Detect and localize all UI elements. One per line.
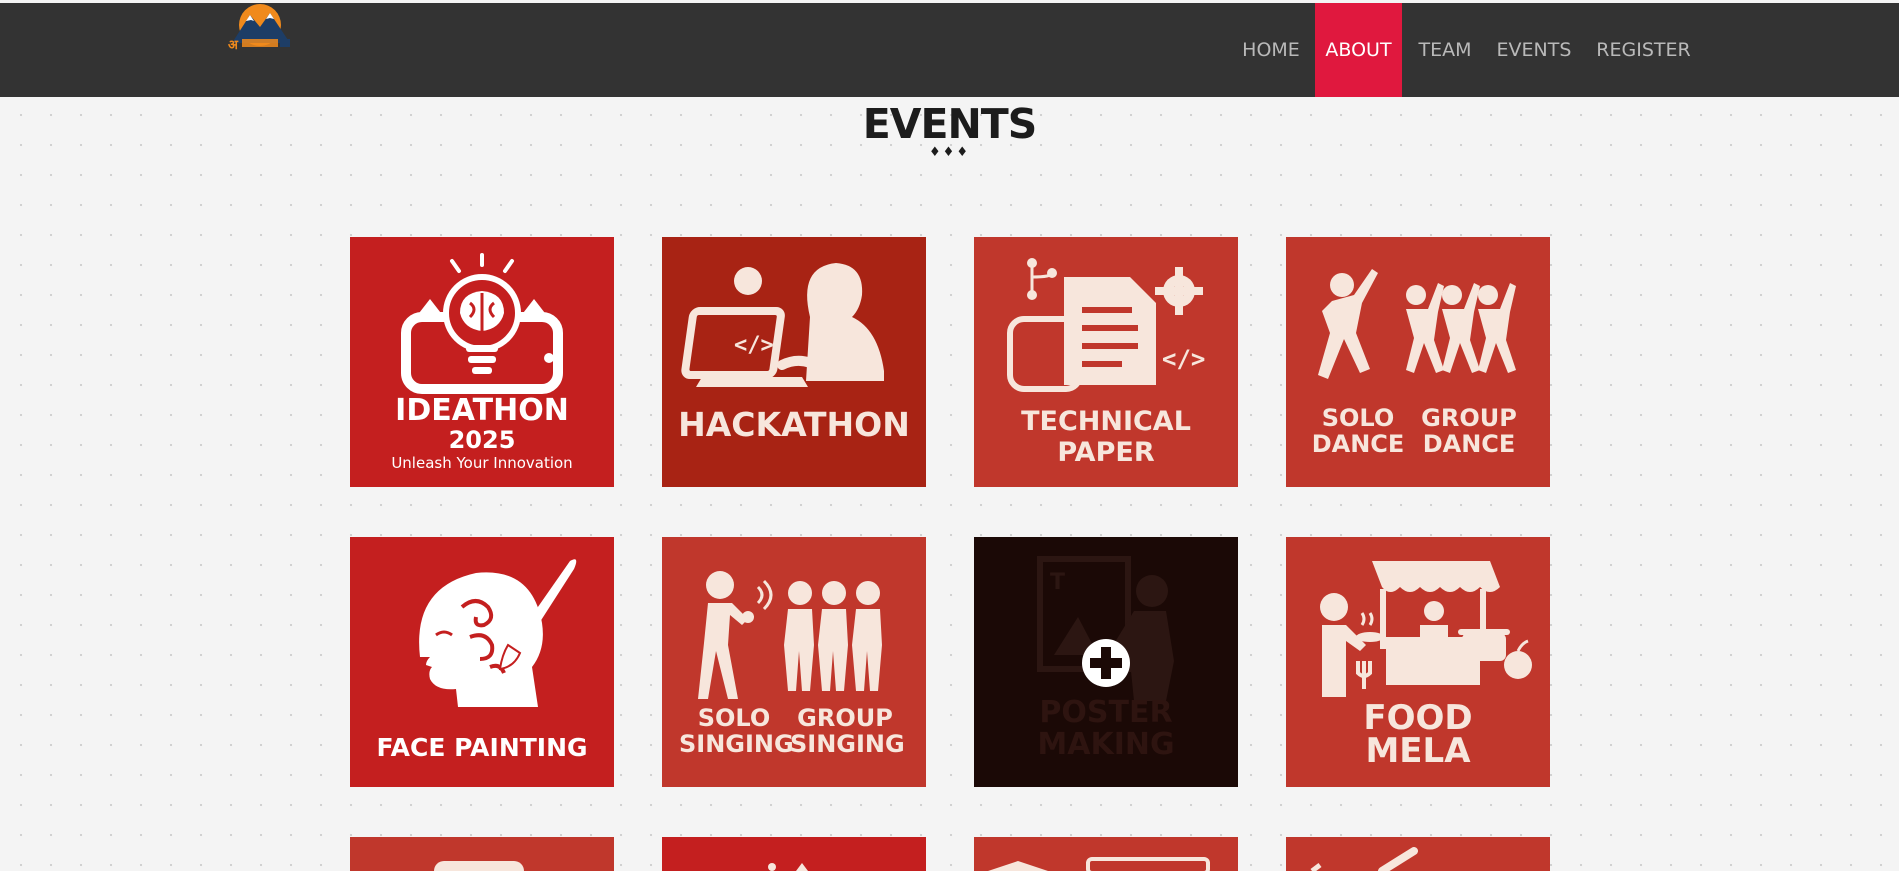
navbar: अ HOME ABOUT TEAM EVENTS REGISTER <box>0 3 1899 97</box>
event-card-partial[interactable] <box>662 837 926 871</box>
event-card-ideathon[interactable]: IDEATHON 2025 Unleash Your Innovation <box>350 237 614 487</box>
card-tagline: Unleash Your Innovation <box>391 454 573 472</box>
partial-card-icon <box>988 857 1210 871</box>
card-title: HACKATHON <box>678 405 910 444</box>
nav-about[interactable]: ABOUT <box>1315 3 1402 97</box>
title-decoration: ♦♦♦ <box>929 145 970 160</box>
event-card-partial[interactable] <box>974 837 1238 871</box>
card-title-line2: PAPER <box>1057 437 1155 468</box>
event-card-food-mela[interactable]: FOOD MELA <box>1286 537 1550 787</box>
card-left-line2: SINGING <box>679 730 794 758</box>
card-year: 2025 <box>448 426 516 454</box>
card-left-line1: SOLO <box>1321 404 1395 432</box>
coder-laptop-icon: </> <box>681 263 884 387</box>
plus-circle-icon[interactable] <box>1080 637 1132 689</box>
event-card-face-painting[interactable]: FACE PAINTING <box>350 537 614 787</box>
event-card-partial[interactable] <box>350 837 614 871</box>
svg-text:T: T <box>1050 570 1065 595</box>
partial-card-icon <box>1310 847 1418 871</box>
nav-events[interactable]: EVENTS <box>1493 3 1575 97</box>
card-right-line2: SINGING <box>790 730 905 758</box>
card-right-line1: GROUP <box>797 704 893 732</box>
card-title-line2: MAKING <box>1037 727 1175 762</box>
event-card-poster-making[interactable]: T POSTER MAKING <box>974 537 1238 787</box>
card-title-line2: MELA <box>1365 731 1471 771</box>
card-title-line1: TECHNICAL <box>1021 406 1191 437</box>
event-card-technical-paper[interactable]: </> TECHNICAL PAPER <box>974 237 1238 487</box>
event-card-hackathon[interactable]: </> HACKATHON <box>662 237 926 487</box>
card-left-line2: DANCE <box>1311 430 1405 458</box>
logo-text: अ <box>228 38 239 53</box>
mountain-sun-logo-icon: अ <box>228 4 290 53</box>
card-title: FACE PAINTING <box>376 733 588 762</box>
svg-text:</>: </> <box>1162 345 1205 373</box>
card-title-line1: POSTER <box>1039 695 1173 730</box>
nav-team[interactable]: TEAM <box>1413 3 1477 97</box>
event-card-partial[interactable] <box>1286 837 1550 871</box>
card-left-line1: SOLO <box>697 704 771 732</box>
nav-register[interactable]: REGISTER <box>1593 3 1694 97</box>
site-logo[interactable]: अ <box>220 3 300 59</box>
section-title: EVENTS <box>862 100 1038 148</box>
event-card-dance[interactable]: SOLO DANCE GROUP DANCE <box>1286 237 1550 487</box>
nav-home[interactable]: HOME <box>1233 3 1309 97</box>
svg-text:</>: </> <box>734 333 774 358</box>
card-right-line1: GROUP <box>1421 404 1517 432</box>
card-title: IDEATHON <box>395 393 569 428</box>
partial-card-icon <box>768 863 808 871</box>
card-title-line1: FOOD <box>1363 698 1473 738</box>
partial-card-icon <box>434 861 524 871</box>
event-card-singing[interactable]: SOLO SINGING GROUP SINGING <box>662 537 926 787</box>
card-right-line2: DANCE <box>1422 430 1516 458</box>
